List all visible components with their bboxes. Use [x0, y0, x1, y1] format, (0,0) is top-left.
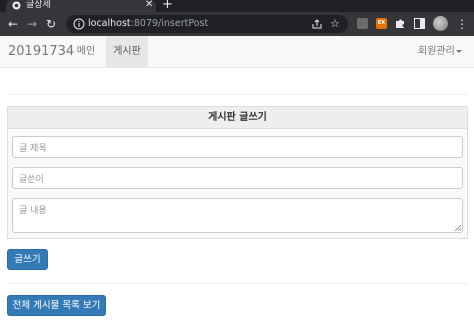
- resize-handle-icon[interactable]: [455, 225, 461, 231]
- nav-item-board[interactable]: 게시판: [106, 36, 148, 67]
- view-all-posts-button[interactable]: 전체 게시물 목록 보기: [7, 295, 106, 316]
- submit-post-button[interactable]: 글쓰기: [7, 249, 48, 270]
- post-form-table: 게시판 글쓰기 글 제목 글쓴이 글 내용: [7, 106, 468, 239]
- new-tab-icon[interactable]: +: [162, 0, 173, 12]
- nav-member-dropdown[interactable]: 회원관리: [418, 36, 462, 67]
- profile-avatar[interactable]: [433, 16, 448, 31]
- share-icon[interactable]: [311, 18, 323, 30]
- tab-title: 글상세: [26, 0, 51, 10]
- forward-arrow-icon[interactable]: →: [25, 16, 39, 32]
- menu-kebab-icon[interactable]: ⋮: [456, 15, 468, 33]
- site-navbar: 20191734 메인 게시판 회원관리: [0, 36, 474, 68]
- url-path: :8079/insertPost: [130, 18, 209, 29]
- tab-close-icon[interactable]: ✕: [145, 0, 153, 11]
- back-arrow-icon[interactable]: ←: [6, 16, 20, 32]
- content-placeholder: 글 내용: [19, 206, 47, 216]
- browser-tab[interactable]: 글상세 ✕: [6, 0, 156, 12]
- title-input[interactable]: 글 제목: [12, 136, 463, 158]
- reload-icon[interactable]: ↻: [44, 16, 58, 32]
- nav-member-label: 회원관리: [418, 46, 455, 57]
- url-text: localhost:8079/insertPost: [88, 15, 208, 33]
- side-panel-icon[interactable]: [414, 18, 425, 29]
- browser-tab-strip: 글상세 ✕ +: [0, 0, 474, 12]
- divider: [8, 283, 468, 284]
- url-host: localhost: [88, 18, 131, 29]
- extension-badge-icon[interactable]: EX: [376, 18, 387, 29]
- address-bar[interactable]: localhost:8079/insertPost ☆: [66, 15, 348, 33]
- divider: [8, 94, 468, 95]
- nav-item-main[interactable]: 메인: [72, 36, 100, 67]
- form-header: 게시판 글쓰기: [8, 107, 467, 129]
- extension-icon[interactable]: [357, 18, 368, 29]
- site-info-icon[interactable]: [73, 18, 85, 30]
- bookmark-star-icon[interactable]: ☆: [330, 15, 340, 33]
- content-textarea[interactable]: 글 내용: [12, 198, 463, 233]
- navbar-brand[interactable]: 20191734: [8, 36, 74, 68]
- author-input[interactable]: 글쓴이: [12, 167, 463, 189]
- extensions-puzzle-icon[interactable]: [394, 17, 406, 29]
- browser-toolbar: ← → ↻ localhost:8079/insertPost ☆ EX ⋮: [0, 12, 474, 36]
- globe-icon: [12, 1, 21, 10]
- caret-down-icon: [455, 49, 462, 53]
